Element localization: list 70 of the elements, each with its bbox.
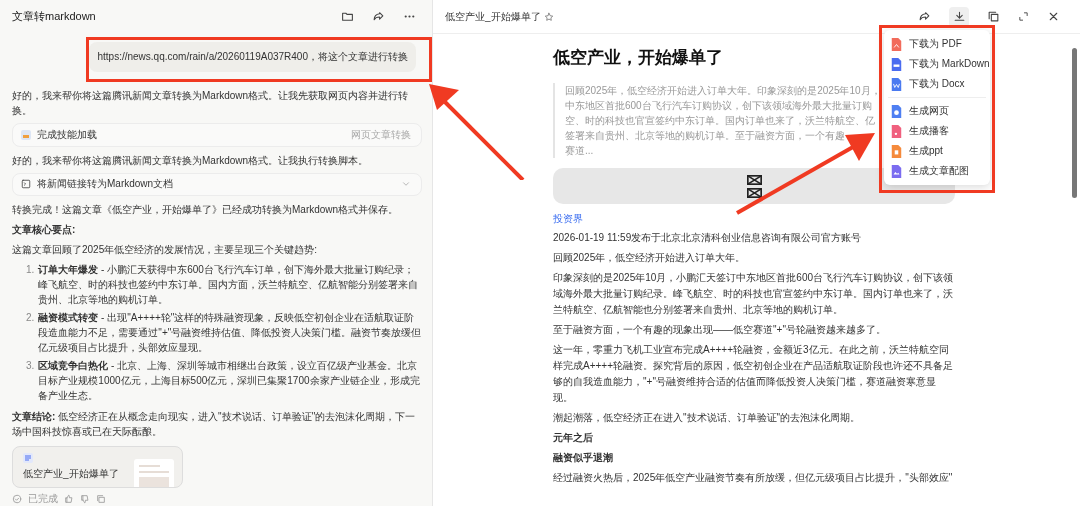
status-text: 已完成 — [28, 492, 58, 506]
menu-item[interactable]: 下载为 Docx — [884, 74, 990, 94]
file-icon — [891, 37, 902, 51]
list-number: 2. — [26, 311, 35, 325]
step-label: 将新闻链接转为Markdown文档 — [37, 177, 175, 192]
expand-icon[interactable] — [1018, 11, 1029, 22]
assistant-message: 这篇文章回顾了2025年低空经济的发展情况，主要呈现三个关键趋势: — [12, 243, 319, 257]
star-icon[interactable] — [543, 11, 554, 22]
list-number: 3. — [26, 359, 35, 373]
article-paragraph: 经过融资火热后，2025年低空产业融资节奏有所放缓，但亿元级项目占比提升，"头部效应" — [553, 471, 954, 485]
summary-line: 中东地区首批600台飞行汽车订购协议，创下该领域海外最大批量订购 — [565, 99, 872, 113]
document-tab-title: 低空产业_开始爆单了 — [445, 9, 541, 24]
publish-info: 2026-01-19 11:59发布于北京北京清科创业信息咨询有限公司官方账号 — [553, 231, 863, 245]
file-name: 低空产业_开始爆单了 — [23, 467, 120, 481]
menu-item[interactable]: 生成文章配图 — [884, 161, 990, 181]
file-icon — [891, 77, 902, 91]
assistant-message: 好的，我来帮你将这篇腾讯新闻文章转换为Markdown格式。让我先获取网页内容并进行转换。 — [12, 89, 410, 119]
tool-tag: 网页文章转换 — [351, 127, 411, 142]
tool-card[interactable]: 完成技能加载 网页文章转换 — [12, 123, 422, 147]
scrollbar[interactable] — [1072, 48, 1077, 198]
document-icon — [23, 453, 33, 463]
article-subheading: 融资似乎退潮 — [553, 451, 614, 465]
tool-label: 完成技能加载 — [37, 127, 98, 142]
summary-line: 空、时的科技也官宣签约中东订单。国内订单也来了，沃兰特航空、亿 — [565, 114, 875, 128]
article-paragraph: 回顾2025年，低空经济开始进入订单大年。 — [553, 251, 747, 265]
thumbs-up-icon[interactable] — [64, 494, 74, 504]
article-paragraph: 潮起潮落，低空经济正在进入"技术说话、订单验证"的去泡沫化周期。 — [553, 411, 862, 425]
menu-item[interactable]: 下载为 MarkDown — [884, 54, 990, 74]
share-icon[interactable] — [372, 9, 385, 23]
file-card[interactable]: 低空产业_开始爆单了 — [12, 446, 183, 488]
article-subheading: 元年之后 — [553, 431, 594, 445]
copy-icon[interactable] — [987, 10, 1000, 23]
assistant-message: 好的，我来帮你将这篇腾讯新闻文章转换为Markdown格式。让我执行转换脚本。 — [12, 153, 370, 168]
chat-title: 文章转markdown — [12, 8, 96, 24]
thumbs-down-icon[interactable] — [80, 494, 90, 504]
check-circle-icon — [12, 494, 22, 504]
download-icon — [952, 10, 966, 23]
file-icon — [891, 57, 902, 71]
article-paragraph: 至于融资方面，一个有趣的现象出现——低空赛道"+"号轮融资越来越多了。 — [553, 323, 887, 337]
broken-image-icon — [746, 187, 762, 198]
menu-item[interactable]: 生成网页 — [884, 101, 990, 121]
file-icon — [891, 164, 902, 178]
article-title: 低空产业，开始爆单了 — [553, 47, 723, 69]
source-link[interactable]: 投资界 — [553, 212, 583, 226]
file-thumbnail — [134, 459, 174, 487]
menu-item[interactable]: 生成播客 — [884, 121, 990, 141]
menu-item[interactable]: 下载为 PDF — [884, 34, 990, 54]
section-heading: 文章核心要点: — [12, 223, 77, 237]
list-item-text: 融资模式转变 - 出现"A++++轮"这样的特殊融资现象，反映低空初创企业在适航取证阶段造血能力不足，需要通过"+"号融资维持估值、降低投资人决策门槛。融资节奏放缓但亿元级项目占比提升，头部效应显现。 — [38, 311, 422, 355]
user-message: https://news.qq.com/rain/a/20260119A037R400，将这个文章进行转换 — [89, 42, 416, 73]
terminal-icon — [21, 179, 31, 190]
step-card[interactable]: 将新闻链接转为Markdown文档 — [12, 172, 422, 196]
assistant-message: 转换完成！这篇文章《低空产业，开始爆单了》已经成功转换为Markdown格式并保存。 — [12, 203, 400, 217]
menu-item[interactable]: 生成ppt — [884, 141, 990, 161]
list-item-text: 区域竞争白热化 - 北京、上海、深圳等城市相继出台政策，设立百亿级产业基金。北京目标产业规模1000亿元，上海目标500亿元，深圳已集聚1700余家产业链企业，形成完备产业生态。 — [38, 359, 421, 403]
conclusion-text: 文章结论: 低空经济正在从概念走向现实，进入"技术说话、订单验证"的去泡沫化周期，下一场中国科技惊喜或已在天际酝酿。 — [12, 410, 417, 439]
article-paragraph: 印象深刻的是2025年10月，小鹏汇天签订中东地区首批600台飞行汽车订购协议，创下该领域海外最大批量订购纪录。峰飞航空、时的科技也官宣签约中东订单。国内订单也来了，沃兰特航空、亿航智能也分别签署来自贵州、北京等地的购机订单。 — [553, 271, 955, 317]
share-icon[interactable] — [918, 10, 931, 23]
list-item-text: 订单大年爆发 - 小鹏汇天获得中东600台飞行汽车订单，创下海外最大批量订购纪录；峰飞航空、时的科技也签约中东订单。国内方面，沃兰特航空、亿航智能分别签署来自贵州、北京等地的购机订单。 — [38, 263, 420, 307]
broken-image-icon — [746, 174, 762, 185]
file-icon — [891, 144, 902, 158]
file-icon — [891, 124, 902, 138]
summary-line: 回顾2025年，低空经济开始进入订单大年。印象深刻的是2025年10月， — [565, 84, 881, 98]
list-number: 1. — [26, 263, 35, 277]
skill-icon — [21, 129, 31, 140]
close-icon[interactable] — [1047, 10, 1060, 23]
article-paragraph: 这一年，零重力飞机工业宣布完成A++++轮融资，金额近3亿元。在此之前，沃兰特航空同样完成A++++轮融资。探究背后的原因，低空初创企业在产品适航取证阶段也许还不具备足够的自我造血能力，"+"号融资维持合适的估值而降低投资人决策门槛，赛道融资寒意显现。 — [553, 343, 955, 405]
summary-line: 赛道... — [565, 144, 594, 158]
download-button[interactable] — [949, 6, 969, 27]
file-icon — [891, 104, 902, 118]
